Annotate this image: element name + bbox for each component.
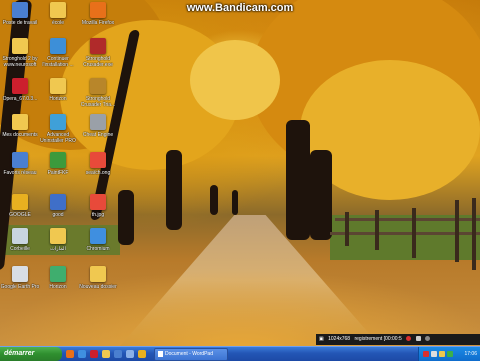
desktop-icon[interactable]: Stronghold Crusader.exe: [78, 38, 118, 68]
system-tray: 17:06: [418, 347, 480, 361]
start-button[interactable]: démarrer: [0, 347, 62, 361]
desktop-icon-label: Opera_67.0.3...: [2, 96, 38, 102]
desktop-icon[interactable]: Google Earth Pro: [0, 266, 40, 290]
record-icon[interactable]: [406, 336, 412, 342]
desktop-icon-label: Corbeille: [10, 246, 30, 252]
security-tray-icon[interactable]: [447, 351, 453, 357]
screenshot-icon[interactable]: [424, 336, 430, 342]
opera-icon: [12, 78, 28, 94]
desktop-icon[interactable]: Stronghold 2 by www.neurosoft: [0, 38, 40, 68]
desktop-icon-label: Google Earth Pro: [0, 284, 40, 290]
desktop-icon[interactable]: Continuer l'installation ...: [38, 38, 78, 68]
desktop-icon[interactable]: Corbeille: [0, 228, 40, 252]
desktop-icon[interactable]: école: [38, 2, 78, 26]
application-icon: [50, 266, 66, 282]
desktop-icon-label: Mozilla Firefox: [81, 20, 115, 26]
stop-icon[interactable]: [415, 336, 421, 342]
google-earth-icon: [12, 266, 28, 282]
recorder-toolbar: ▣ 1024x768 registrement [00:00:5: [316, 334, 480, 345]
desktop-icon-label: Advanced Uninstaller PRO: [40, 132, 76, 144]
network-tray-icon[interactable]: [431, 351, 437, 357]
media-quicklaunch-icon[interactable]: [126, 350, 134, 358]
desktop-icon-label: Favoris réseau: [3, 170, 37, 176]
chrome-icon: [12, 194, 28, 210]
image-file-icon: [50, 194, 66, 210]
paint-icon: [50, 152, 66, 168]
volume-tray-icon[interactable]: [439, 351, 445, 357]
desktop-icon[interactable]: good: [38, 194, 78, 218]
desktop-icon-label: good: [52, 212, 64, 218]
documents-icon: [12, 114, 28, 130]
installer-icon: [50, 38, 66, 54]
desktop-icon[interactable]: seaïch.ong: [78, 152, 118, 176]
taskbar-button-wordpad[interactable]: Document - WordPad: [154, 348, 228, 361]
desktop-icon-label: GOOGLE: [9, 212, 31, 218]
desktop-icon[interactable]: Chromium: [78, 228, 118, 252]
game-icon: [90, 78, 106, 94]
desktop-icon-label: Mes documents: [2, 132, 38, 138]
desktop-icon[interactable]: th.jpg: [78, 194, 118, 218]
taskbar-button-label: Document - WordPad: [165, 351, 213, 357]
desktop-icon-label: الماراث: [50, 246, 66, 252]
desktop-icon[interactable]: Favoris réseau: [0, 152, 40, 176]
desktop-icon-label: PaintFKF: [47, 170, 69, 176]
chromium-quicklaunch-icon[interactable]: [78, 350, 86, 358]
desktop-icon-label: Poste de travail: [2, 20, 38, 26]
recycle-bin-icon: [12, 228, 28, 244]
desktop-icon[interactable]: Horizon: [38, 266, 78, 290]
desktop-icon-label: Chromium: [86, 246, 110, 252]
desktop-icon[interactable]: Opera_67.0.3...: [0, 78, 40, 102]
desktop-icon[interactable]: Mes documents: [0, 114, 40, 138]
computer-icon: [12, 2, 28, 18]
firefox-icon: [90, 2, 106, 18]
folder-icon: [50, 2, 66, 18]
desktop-icon[interactable]: PaintFKF: [38, 152, 78, 176]
network-icon: [12, 152, 28, 168]
folder-icon: [12, 38, 28, 54]
game-icon: [90, 38, 106, 54]
desktop-icon-label: Nouveau dossier: [79, 284, 117, 290]
desktop-icon-label: seaïch.ong: [85, 170, 111, 176]
folder-quicklaunch-icon[interactable]: [102, 350, 110, 358]
desktop-icon[interactable]: Stronghold Crusader Tria...: [78, 78, 118, 108]
clock: 17:06: [464, 351, 477, 357]
image-file-icon: [90, 152, 106, 168]
google-quicklaunch-icon[interactable]: [138, 350, 146, 358]
desktop-quicklaunch-icon[interactable]: [114, 350, 122, 358]
bandicam-tray-icon[interactable]: [423, 351, 429, 357]
desktop-icon-label: Cheat Engine: [82, 132, 114, 138]
desktop-icon-label: école: [52, 20, 64, 26]
desktop-icon[interactable]: GOOGLE: [0, 194, 40, 218]
desktop-icon[interactable]: Horizon: [38, 78, 78, 102]
recorder-status: registrement [00:00:5: [354, 336, 402, 342]
desktop-icon-label: Stronghold Crusader Tria...: [80, 96, 116, 108]
folder-icon: [50, 78, 66, 94]
folder-icon: [50, 228, 66, 244]
cheat-engine-icon: [90, 114, 106, 130]
taskbar: démarrer Document - WordPad 17:06: [0, 346, 480, 361]
desktop-icon[interactable]: الماراث: [38, 228, 78, 252]
desktop-icon[interactable]: Poste de travail: [0, 2, 40, 26]
desktop-icon-label: Continuer l'installation ...: [42, 56, 74, 68]
desktop-icon-label: Horizon: [49, 96, 67, 102]
recorder-resolution: 1024x768: [328, 336, 351, 342]
uninstaller-icon: [50, 114, 66, 130]
desktop-icon[interactable]: Nouveau dossier: [78, 266, 118, 290]
opera-quicklaunch-icon[interactable]: [90, 350, 98, 358]
desktop-icon-label: th.jpg: [91, 212, 105, 218]
desktop-icon-label: Stronghold 2 by www.neurosoft: [2, 56, 38, 68]
image-file-icon: [90, 194, 106, 210]
desktop-icon[interactable]: Cheat Engine: [78, 114, 118, 138]
camera-icon[interactable]: ▣: [319, 336, 324, 342]
desktop-icon-label: Stronghold Crusader.exe: [83, 56, 113, 68]
firefox-quicklaunch-icon[interactable]: [66, 350, 74, 358]
desktop-icon[interactable]: Advanced Uninstaller PRO: [38, 114, 78, 144]
folder-icon: [90, 266, 106, 282]
desktop-icon-label: Horizon: [49, 284, 67, 290]
wordpad-icon: [158, 350, 163, 357]
chromium-icon: [90, 228, 106, 244]
desktop-icon[interactable]: Mozilla Firefox: [78, 2, 118, 26]
